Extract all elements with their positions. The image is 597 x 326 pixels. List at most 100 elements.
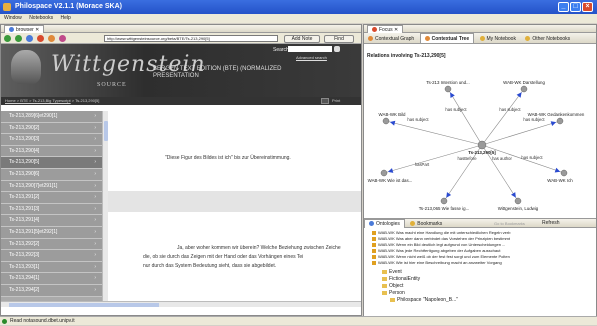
- graph-node-label: WAB-WK Darstellung: [503, 80, 545, 85]
- url-input[interactable]: http://www.wittgensteinsource.org/beta/B…: [104, 35, 278, 42]
- tab-focus[interactable]: Focus ✕: [367, 25, 404, 33]
- page-list-item[interactable]: Ts-213,290[4] ›: [1, 145, 102, 158]
- graph-node[interactable]: [382, 117, 390, 125]
- page-list-item[interactable]: Ts-213,291[4] ›: [1, 215, 102, 227]
- tab-browser[interactable]: browser ✕: [4, 25, 45, 33]
- page-list-item[interactable]: Ts-213,294[1] ›: [1, 273, 102, 285]
- bookmark-label: WAB-WK Was aber dann verbindet das Vorst…: [378, 236, 510, 241]
- tab-bookmarks[interactable]: Bookmarks: [406, 221, 446, 227]
- bookmark-list: WAB-WK Was macht eine Handlung die mit u…: [364, 228, 596, 266]
- tab-my-notebook[interactable]: My Notebook: [476, 34, 520, 43]
- bookmark-icon[interactable]: [59, 35, 66, 42]
- horizontal-scroll-thumb[interactable]: [9, 303, 159, 307]
- page-list-item[interactable]: Ts-213,290[2] ›: [1, 122, 102, 135]
- search-go-icon[interactable]: [334, 46, 340, 52]
- scroll-thumb[interactable]: [104, 121, 108, 141]
- horizontal-scrollbar[interactable]: [1, 301, 361, 307]
- find-button[interactable]: Find: [324, 35, 354, 43]
- chevron-right-icon: ›: [94, 205, 96, 212]
- bookmark-label: WAB-WK Wenn ein Bild deutlich legt aufgr…: [378, 242, 506, 247]
- page-list-item-label: Ts-213,294[1]: [9, 275, 40, 282]
- advanced-search-link[interactable]: Advanced search: [296, 55, 327, 60]
- tab-my-notebook-label: My Notebook: [486, 36, 516, 42]
- page-list-item[interactable]: Ts-213,291[2] ›: [1, 192, 102, 204]
- page-list-item[interactable]: Ts-213,289[6]et290[1] ›: [1, 111, 102, 123]
- print-icon[interactable]: [321, 98, 329, 104]
- tab-ontologies[interactable]: Ontologies: [364, 219, 405, 228]
- page-list-item-label: Ts-213,290[6]: [9, 170, 40, 177]
- graph-node-label: Ts-213,065 Wie fasse ig...: [419, 206, 470, 211]
- breadcrumb-current: > Ts-213,290[5]: [70, 98, 100, 103]
- breadcrumb-link[interactable]: Home > BTE > Ts-213,Big Typescript: [5, 98, 71, 103]
- page-list-item-label: Ts-213,290[4]: [9, 147, 40, 154]
- page-list-item[interactable]: Ts-213,290[5] ›: [1, 157, 102, 169]
- graph-node-label: WAB-WK Gedankenkommen: [528, 112, 585, 117]
- menu-window[interactable]: Window: [4, 15, 22, 21]
- ontology-tree-item[interactable]: Person: [364, 290, 596, 297]
- search-label: Search: [273, 47, 289, 53]
- notebooks-icon: [525, 36, 531, 42]
- graph-node-label: WAB-WK Wie ist das...: [368, 178, 413, 183]
- page-list-item[interactable]: Ts-213,290[7]et291[1] ›: [1, 180, 102, 193]
- page-list-item[interactable]: Ts-213,293[1] ›: [1, 261, 102, 274]
- bookmark-item[interactable]: WAB-WK Wie ist hier eine Beschreibung ma…: [364, 260, 596, 266]
- bookmark-icon: [372, 243, 376, 247]
- page-list-item[interactable]: Ts-213,291[5]et292[1] ›: [1, 226, 102, 239]
- graph-icon: [368, 36, 373, 42]
- graph-node[interactable]: [514, 197, 522, 205]
- tab-contextual-tree[interactable]: Contextual Tree: [419, 33, 475, 43]
- graph-node[interactable]: [444, 85, 452, 93]
- maximize-icon[interactable]: □: [570, 2, 581, 12]
- bookmark-label: WAB-WK Was jede Rechtfertigung abgeben d…: [378, 248, 501, 253]
- bookmarks-search-input[interactable]: Go to Bookmarks: [494, 219, 525, 228]
- page-list-item[interactable]: Ts-213,290[6] ›: [1, 168, 102, 181]
- chevron-right-icon: ›: [94, 252, 96, 259]
- menu-help[interactable]: Help: [60, 15, 70, 21]
- page-list-item[interactable]: Ts-213,290[3] ›: [1, 134, 102, 146]
- chevron-right-icon: ›: [94, 159, 96, 166]
- page-list-item[interactable]: Ts-213,294[2] ›: [1, 284, 102, 297]
- relations-graph[interactable]: has subject has subjecthas subject has sub…: [364, 59, 596, 217]
- page-list-item[interactable]: Ts-213,292[3] ›: [1, 250, 102, 262]
- graph-node[interactable]: [440, 197, 448, 205]
- back-icon[interactable]: [4, 35, 11, 42]
- graph-node[interactable]: [520, 85, 528, 93]
- graph-node[interactable]: [477, 140, 487, 150]
- graph-node[interactable]: [556, 117, 564, 125]
- print-label[interactable]: Print: [332, 97, 340, 105]
- stop-icon[interactable]: [37, 35, 44, 42]
- menu-notebooks[interactable]: Notebooks: [29, 15, 53, 21]
- graph-node[interactable]: [380, 169, 388, 177]
- refresh-button[interactable]: Refresh: [542, 219, 560, 228]
- chevron-right-icon: ›: [94, 147, 96, 154]
- tab-other-notebooks[interactable]: Other Notebooks: [521, 34, 574, 43]
- ontology-tree-item[interactable]: FictionalEntity: [364, 276, 596, 283]
- close-icon[interactable]: ×: [582, 2, 593, 12]
- chevron-right-icon: ›: [94, 124, 96, 131]
- graph-edge-arrow: [389, 120, 396, 126]
- graph-node-label: Ts-213,290[5]: [468, 150, 496, 155]
- forward-icon[interactable]: [15, 35, 22, 42]
- ontology-tree-item[interactable]: Philospace "Napoleon_B...": [364, 297, 596, 304]
- graph-edge-label: has author: [492, 156, 512, 161]
- graph-edge: [447, 88, 483, 146]
- refresh-icon[interactable]: [26, 35, 33, 42]
- add-note-button[interactable]: Add Note: [284, 35, 320, 43]
- content-separator: [108, 191, 361, 212]
- home-icon[interactable]: [48, 35, 55, 42]
- search-input[interactable]: [288, 46, 332, 52]
- status-bar: Read notasound.dbet.unipv.it: [0, 316, 597, 325]
- breadcrumb: Home > BTE > Ts-213,Big Typescript > Ts-…: [1, 97, 361, 105]
- tab-contextual-graph[interactable]: Contextual Graph: [364, 34, 418, 43]
- bookmark-label: WAB-WK Was macht eine Handlung die mit u…: [378, 230, 511, 235]
- ontology-tree-label: FictionalEntity: [389, 276, 421, 282]
- page-list-item[interactable]: Ts-213,292[2] ›: [1, 238, 102, 251]
- ontology-tree-item[interactable]: Event: [364, 269, 596, 276]
- folder-icon: [382, 269, 387, 274]
- minimize-icon[interactable]: _: [558, 2, 569, 12]
- page-list-item[interactable]: Ts-213,291[3] ›: [1, 203, 102, 216]
- ontology-tree-item[interactable]: Object: [364, 283, 596, 290]
- bookmark-label: WAB-WK Wie ist hier eine Beschreibung ma…: [378, 260, 502, 265]
- graph-node[interactable]: [560, 169, 568, 177]
- ontology-icon: [369, 221, 374, 227]
